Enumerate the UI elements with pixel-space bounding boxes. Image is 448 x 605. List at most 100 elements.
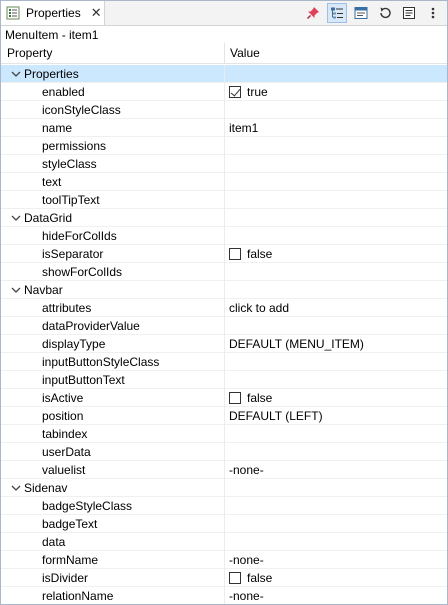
filter-advanced-button[interactable] [351, 3, 371, 23]
restore-default-button[interactable] [375, 3, 395, 23]
property-row-showForColIds[interactable]: showForColIds [1, 263, 447, 281]
property-value-cell[interactable]: false [229, 569, 272, 587]
property-name: isActive [42, 391, 84, 405]
property-row-userData[interactable]: userData [1, 443, 447, 461]
property-name: userData [42, 445, 91, 459]
property-name: formName [42, 553, 99, 567]
column-divider [224, 209, 225, 227]
properties-view: Properties ✕ MenuItem - item1 Property V… [0, 0, 448, 605]
property-value-cell[interactable]: -none- [229, 551, 264, 569]
property-name: toolTipText [42, 193, 100, 207]
chevron-down-icon[interactable] [10, 281, 22, 299]
property-value-cell[interactable]: DEFAULT (MENU_ITEM) [229, 335, 364, 353]
property-name: text [42, 175, 62, 189]
column-divider [224, 317, 225, 335]
checkbox-checked[interactable] [229, 86, 241, 98]
property-row-relationName[interactable]: relationName -none- [1, 587, 447, 604]
property-value: -none- [229, 463, 264, 477]
property-value: DEFAULT (MENU_ITEM) [229, 337, 364, 351]
restore-default-icon [378, 6, 392, 20]
property-row-text[interactable]: text [1, 173, 447, 191]
close-icon[interactable]: ✕ [91, 5, 102, 21]
property-value: false [247, 391, 273, 405]
property-name: isDivider [42, 571, 89, 585]
property-row-iconStyleClass[interactable]: iconStyleClass [1, 101, 447, 119]
category-row-datagrid[interactable]: DataGrid [1, 209, 447, 227]
column-divider[interactable] [224, 43, 225, 63]
category-row-properties[interactable]: Properties [1, 65, 447, 83]
column-divider [224, 371, 225, 389]
property-row-formName[interactable]: formName -none- [1, 551, 447, 569]
property-value: false [247, 571, 273, 585]
column-divider [224, 119, 225, 137]
categories-button[interactable] [327, 3, 347, 23]
property-row-displayType[interactable]: displayType DEFAULT (MENU_ITEM) [1, 335, 447, 353]
property-name: enabled [42, 85, 85, 99]
property-row-hideForColIds[interactable]: hideForColIds [1, 227, 447, 245]
property-value-cell[interactable]: click to add [229, 299, 289, 317]
header-property[interactable]: Property [7, 43, 52, 63]
property-value: -none- [229, 589, 264, 603]
property-row-valuelist[interactable]: valuelist -none- [1, 461, 447, 479]
column-divider [224, 245, 225, 263]
property-value-cell[interactable]: -none- [229, 587, 264, 604]
property-name: position [42, 409, 84, 423]
column-divider [224, 587, 225, 604]
property-row-position[interactable]: position DEFAULT (LEFT) [1, 407, 447, 425]
property-value: item1 [229, 121, 259, 135]
checkbox-unchecked[interactable] [229, 248, 241, 260]
property-row-data[interactable]: data [1, 533, 447, 551]
column-divider [224, 191, 225, 209]
category-row-navbar[interactable]: Navbar [1, 281, 447, 299]
pin-icon [306, 6, 320, 20]
property-row-inputButtonStyleClass[interactable]: inputButtonStyleClass [1, 353, 447, 371]
property-row-attributes[interactable]: attributes click to add [1, 299, 447, 317]
column-divider [224, 443, 225, 461]
property-row-badgeText[interactable]: badgeText [1, 515, 447, 533]
category-label: Sidenav [24, 481, 68, 495]
header-value[interactable]: Value [230, 43, 260, 63]
checkbox-unchecked[interactable] [229, 572, 241, 584]
property-value-cell[interactable]: item1 [229, 119, 258, 137]
column-divider [224, 497, 225, 515]
property-row-isActive[interactable]: isActive false [1, 389, 447, 407]
property-value-cell[interactable]: -none- [229, 461, 264, 479]
property-row-badgeStyleClass[interactable]: badgeStyleClass [1, 497, 447, 515]
property-value-cell[interactable]: false [229, 389, 272, 407]
view-menu-button[interactable] [423, 3, 443, 23]
column-divider [224, 461, 225, 479]
property-name: relationName [42, 589, 114, 603]
property-name: styleClass [42, 157, 97, 171]
checkbox-unchecked[interactable] [229, 392, 241, 404]
pin-button[interactable] [303, 3, 323, 23]
column-divider [224, 83, 225, 101]
property-row-isDivider[interactable]: isDivider false [1, 569, 447, 587]
property-name: isSeparator [42, 247, 104, 261]
chevron-down-icon[interactable] [10, 65, 22, 83]
chevron-down-icon[interactable] [10, 479, 22, 497]
category-row-sidenav[interactable]: Sidenav [1, 479, 447, 497]
column-divider [224, 353, 225, 371]
chevron-down-icon[interactable] [10, 209, 22, 227]
property-row-isSeparator[interactable]: isSeparator false [1, 245, 447, 263]
column-divider [224, 425, 225, 443]
property-value-cell[interactable]: false [229, 245, 272, 263]
property-row-enabled[interactable]: enabled true [1, 83, 447, 101]
property-value-cell[interactable]: DEFAULT (LEFT) [229, 407, 323, 425]
property-row-dataProviderValue[interactable]: dataProviderValue [1, 317, 447, 335]
breadcrumb: MenuItem - item1 [5, 28, 99, 42]
properties-icon [6, 6, 20, 20]
column-divider [224, 281, 225, 299]
property-value-cell[interactable]: true [229, 83, 268, 101]
tab-properties[interactable]: Properties ✕ [1, 1, 105, 25]
property-row-toolTipText[interactable]: toolTipText [1, 191, 447, 209]
property-name: showForColIds [42, 265, 123, 279]
property-row-inputButtonText[interactable]: inputButtonText [1, 371, 447, 389]
property-row-styleClass[interactable]: styleClass [1, 155, 447, 173]
property-row-tabindex[interactable]: tabindex [1, 425, 447, 443]
property-row-name[interactable]: name item1 [1, 119, 447, 137]
column-divider [224, 263, 225, 281]
show-description-button[interactable] [399, 3, 419, 23]
view-tab-bar: Properties ✕ [1, 1, 447, 26]
property-row-permissions[interactable]: permissions [1, 137, 447, 155]
